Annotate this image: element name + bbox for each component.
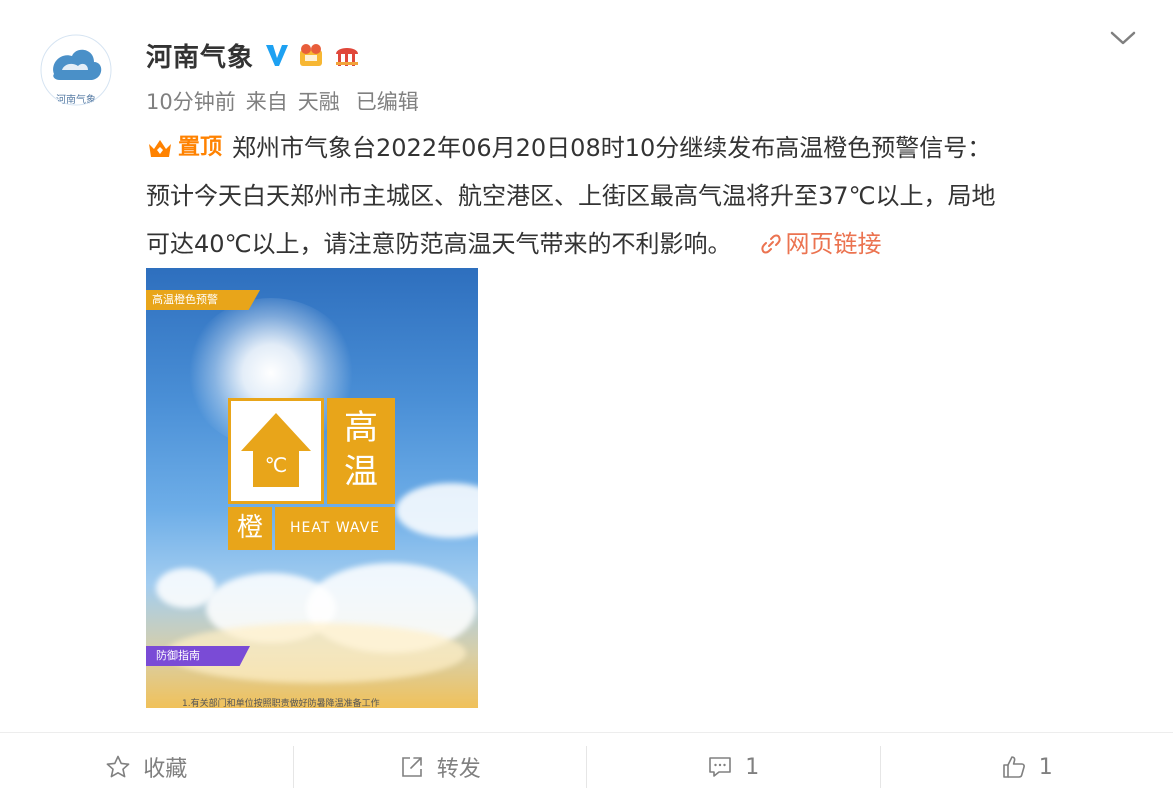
post-time[interactable]: 10分钟前 <box>146 90 236 114</box>
repost-label: 转发 <box>437 751 481 783</box>
orange-label: 橙 <box>228 507 272 550</box>
web-link-label: 网页链接 <box>786 230 882 258</box>
repost-button[interactable]: 转发 <box>294 747 587 787</box>
comment-count: 1 <box>745 755 759 780</box>
fan-badge-icon[interactable] <box>332 40 362 70</box>
warning-house-panel: ℃ <box>228 398 324 504</box>
degree-label: ℃ <box>231 453 321 477</box>
pinned-label: 置顶 <box>178 124 222 172</box>
heat-char-1: 高 <box>327 406 395 450</box>
pinned-tag: 置顶 <box>146 124 222 172</box>
comment-button[interactable]: 1 <box>587 747 880 787</box>
source-prefix: 来自 <box>246 90 288 114</box>
heat-label: 高 温 <box>327 398 395 504</box>
favorite-label: 收藏 <box>143 751 187 783</box>
account-name[interactable]: 河南气象 <box>146 37 254 74</box>
share-icon <box>399 754 425 780</box>
post-text: 置顶 郑州市气象台2022年06月20日08时10分继续发布高温橙色预警信号： … <box>146 124 1136 268</box>
cloud <box>396 483 478 538</box>
post-image[interactable]: 高温橙色预警 ℃ 高 温 橙 HEAT WAVE 防御指南 1.有关部门和单位按… <box>146 268 478 708</box>
comment-icon <box>707 754 733 780</box>
like-button[interactable]: 1 <box>881 747 1173 787</box>
member-badge-icon[interactable] <box>296 40 326 70</box>
link-icon <box>760 233 782 255</box>
post-text-line-3: 可达40℃以上，请注意防范高温天气带来的不利影响。 <box>146 230 732 258</box>
avatar[interactable]: 河南气象 <box>40 34 112 106</box>
heat-warning-sign: ℃ 高 温 橙 HEAT WAVE <box>228 398 398 550</box>
post-line-3: 可达40℃以上，请注意防范高温天气带来的不利影响。 网页链接 <box>146 220 1136 268</box>
star-icon <box>105 754 131 780</box>
image-caption: 1.有关部门和单位按照职责做好防暑降温准备工作 <box>182 696 380 708</box>
avatar-label: 河南气象 <box>40 96 112 106</box>
edited-label[interactable]: 已编辑 <box>356 90 419 114</box>
verified-icon[interactable] <box>264 42 290 68</box>
post-source[interactable]: 天融 <box>298 90 340 114</box>
post-meta: 10分钟前来自天融已编辑 <box>146 86 429 116</box>
post-line-1: 置顶 郑州市气象台2022年06月20日08时10分继续发布高温橙色预警信号： <box>146 124 1136 172</box>
post-text-line-2: 预计今天白天郑州市主城区、航空港区、上街区最高气温将升至37℃以上，局地 <box>146 172 1136 220</box>
warning-banner: 高温橙色预警 <box>146 290 260 310</box>
heat-char-2: 温 <box>327 450 395 494</box>
thumbs-up-icon <box>1001 754 1027 780</box>
post-text-line-1: 郑州市气象台2022年06月20日08时10分继续发布高温橙色预警信号： <box>232 134 991 162</box>
chevron-down-icon[interactable] <box>1109 28 1137 48</box>
name-row: 河南气象 <box>146 36 362 74</box>
web-link[interactable]: 网页链接 <box>760 230 882 258</box>
crown-icon <box>146 134 174 162</box>
action-bar: 收藏 转发 1 1 <box>0 732 1173 801</box>
heat-wave-label: HEAT WAVE <box>275 507 395 550</box>
favorite-button[interactable]: 收藏 <box>0 747 293 787</box>
like-count: 1 <box>1039 755 1053 780</box>
defense-guide-banner: 防御指南 <box>146 646 250 666</box>
thermometer-house-icon <box>231 401 321 501</box>
